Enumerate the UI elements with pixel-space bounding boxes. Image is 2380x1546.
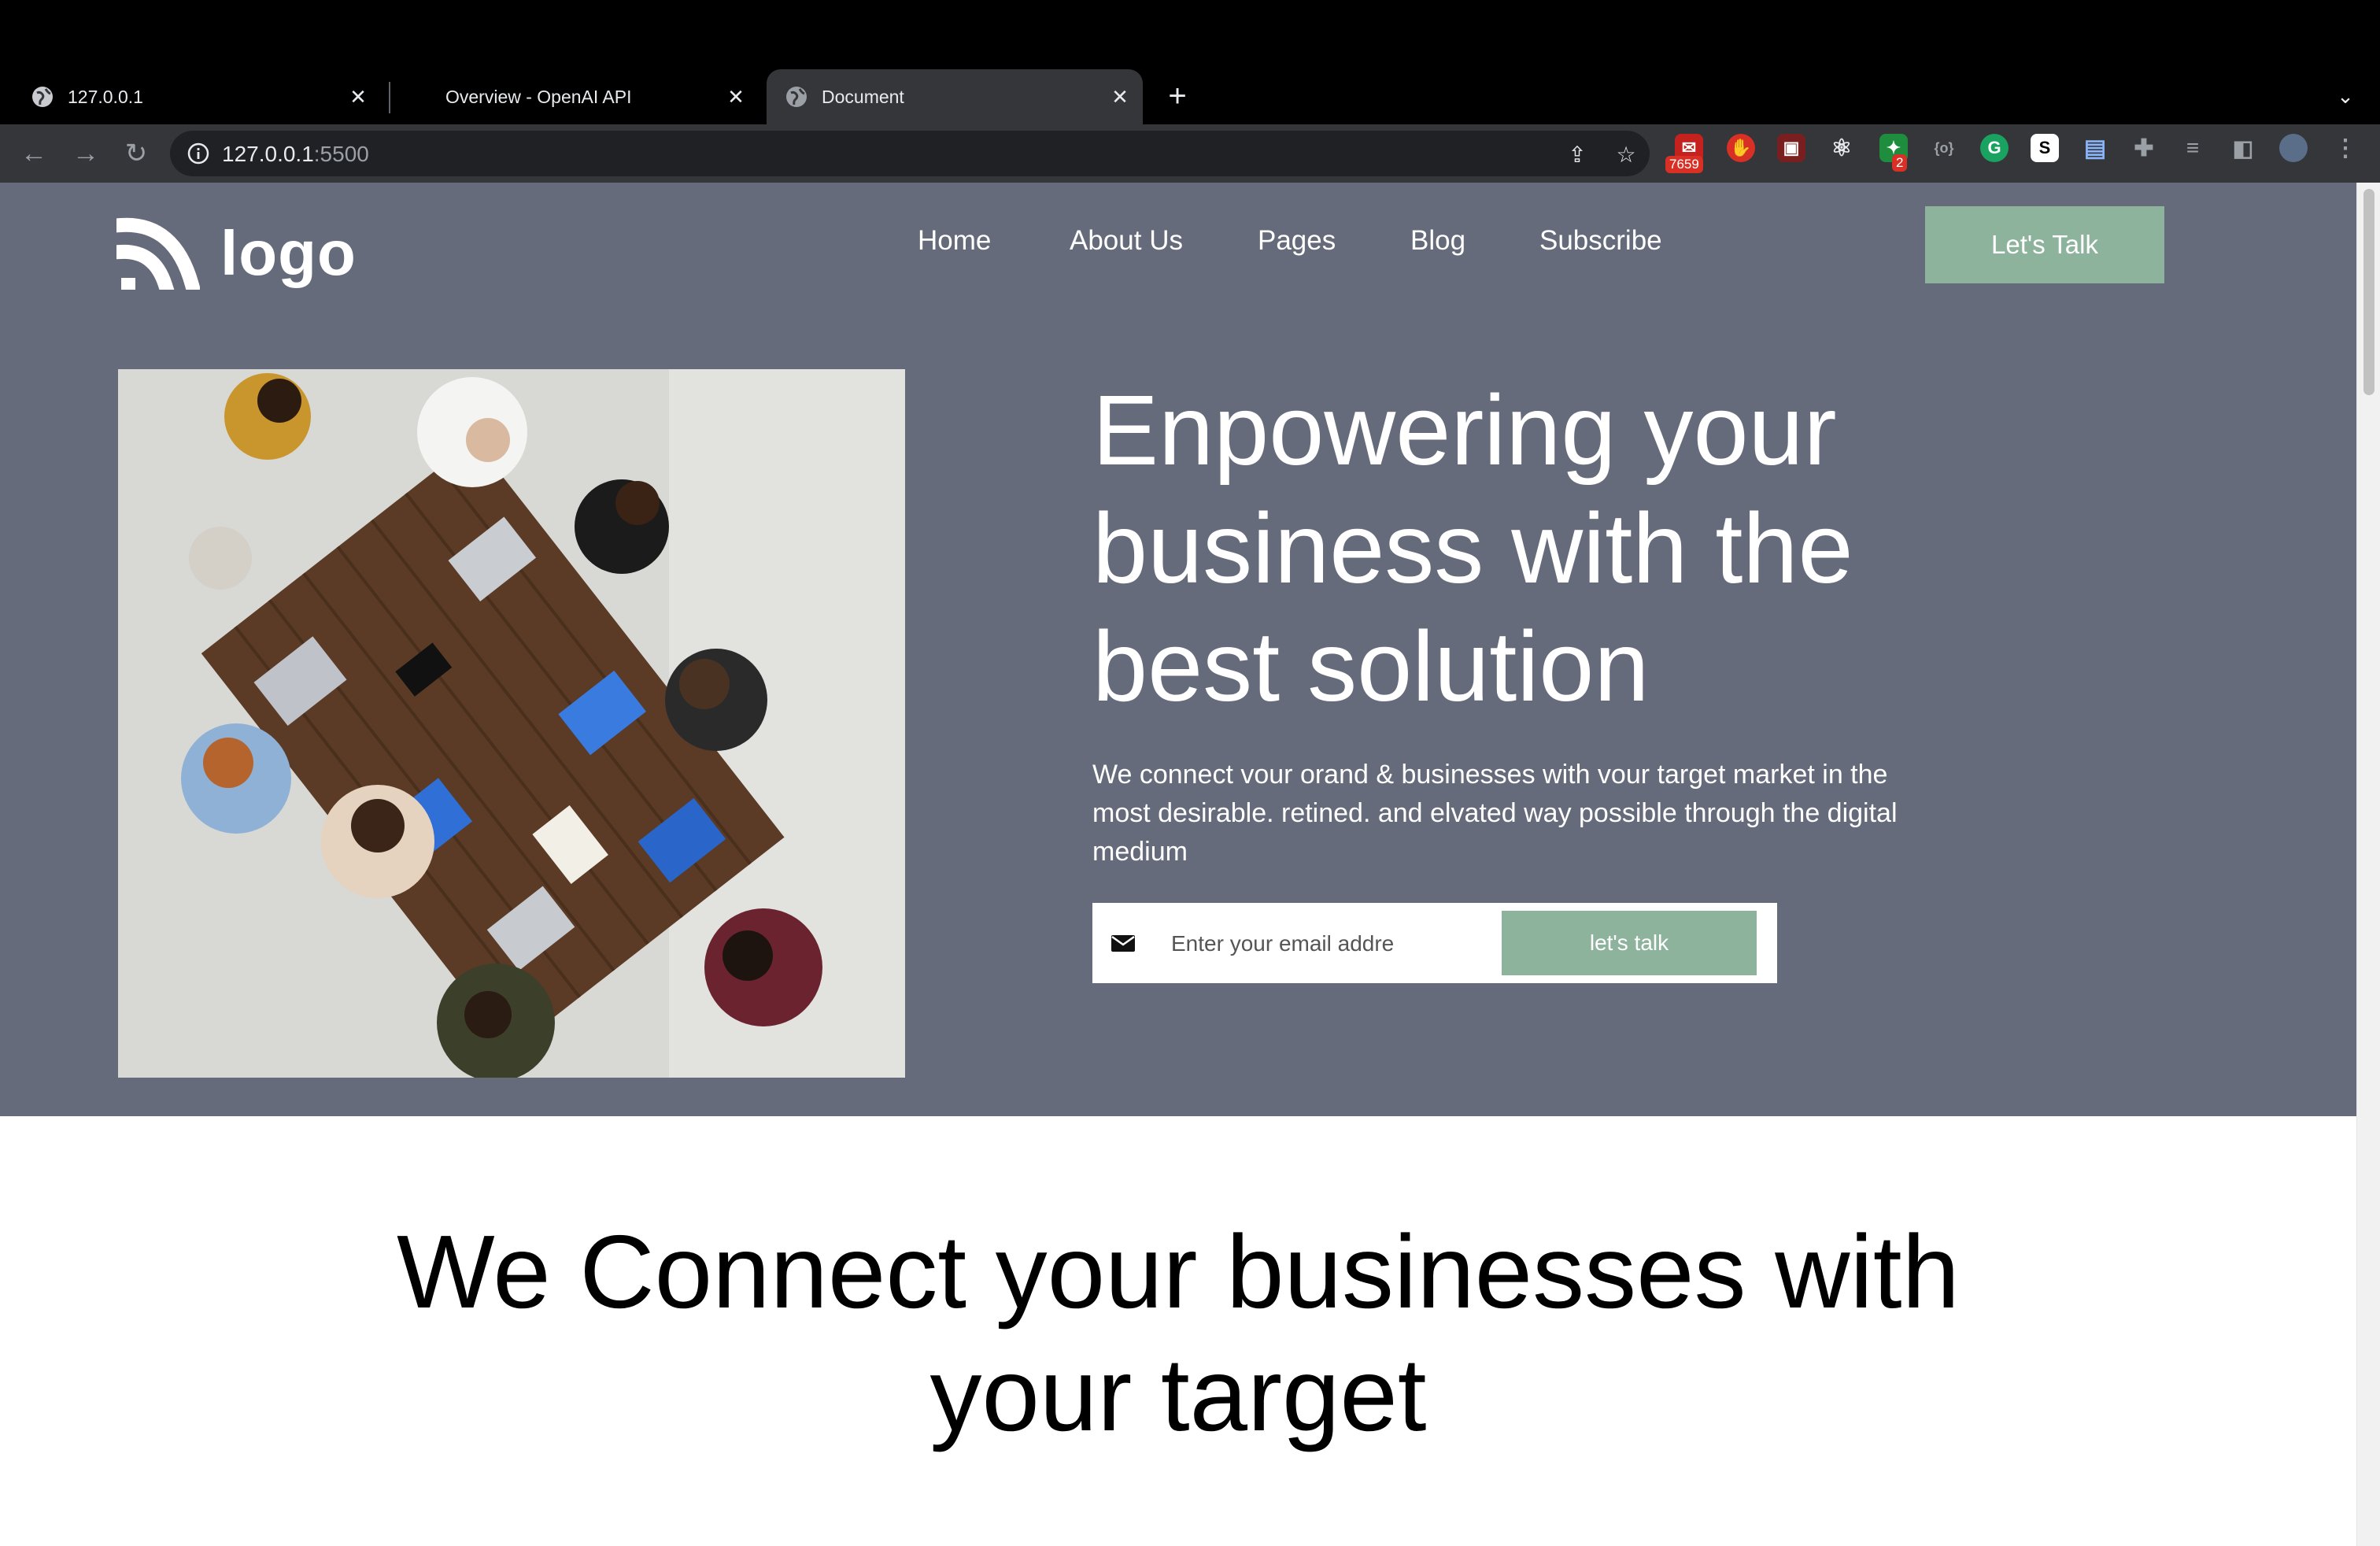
reading-list-icon[interactable]: ≡: [2179, 134, 2207, 162]
email-input[interactable]: [1170, 922, 1488, 966]
hero-subtext: We connect vour orand & businesses with …: [1092, 760, 1898, 867]
stop-hand-extension-icon[interactable]: ✋: [1727, 134, 1755, 162]
extension-badge: 2: [1892, 154, 1908, 172]
close-tab-icon[interactable]: ✕: [1108, 85, 1132, 109]
s-extension-icon[interactable]: S: [2031, 134, 2059, 162]
hero-headline: Enpowering your business with the best s…: [1092, 375, 1853, 722]
bookmark-star-icon[interactable]: ☆: [1612, 140, 1640, 168]
browser-tab-active[interactable]: Document ✕: [767, 69, 1143, 124]
side-panel-icon[interactable]: ◧: [2229, 134, 2257, 162]
envelope-icon: [1111, 935, 1135, 952]
tab-title: Document: [822, 86, 904, 107]
tab-search-chevron-icon[interactable]: ⌄: [2331, 82, 2360, 110]
nav-link-blog[interactable]: Blog: [1410, 225, 1465, 257]
browser-tab[interactable]: Overview - OpenAI API ✕: [397, 69, 759, 124]
back-arrow-icon[interactable]: ←: [16, 135, 52, 172]
section-title: We Connect your businesses with your tar…: [397, 1214, 1960, 1452]
react-devtools-icon[interactable]: ⚛: [1828, 134, 1856, 162]
lets-talk-submit-button[interactable]: let's talk: [1502, 911, 1757, 975]
url-port: :5500: [313, 142, 369, 166]
grammarly-icon[interactable]: G: [1980, 134, 2009, 162]
tab-title: Overview - OpenAI API: [445, 86, 632, 107]
globe-icon: [31, 86, 54, 108]
tab-divider: [389, 82, 390, 113]
scrollbar-thumb[interactable]: [2363, 189, 2374, 395]
nav-link-subscribe[interactable]: Subscribe: [1539, 225, 1662, 257]
url-host: 127.0.0.1: [222, 142, 314, 166]
json-extension-icon[interactable]: {o}: [1930, 134, 1958, 162]
nav-link-pages[interactable]: Pages: [1258, 225, 1336, 257]
site-info-icon[interactable]: [187, 142, 209, 165]
mail-count-badge: 7659: [1665, 156, 1703, 173]
profile-avatar[interactable]: [2279, 134, 2308, 162]
browser-tab-strip: 127.0.0.1 ✕ Overview - OpenAI API ✕ Docu…: [0, 0, 2380, 124]
hero-section: logo Home About Us Pages Blog Subscribe …: [0, 183, 2356, 1116]
page-viewport: logo Home About Us Pages Blog Subscribe …: [0, 183, 2356, 1546]
forward-arrow-icon[interactable]: →: [68, 135, 104, 172]
site-logo[interactable]: logo: [116, 214, 368, 293]
logo-text: logo: [220, 218, 357, 288]
new-tab-plus-icon[interactable]: +: [1160, 79, 1195, 113]
lets-talk-button[interactable]: Let's Talk: [1925, 206, 2164, 283]
address-url[interactable]: 127.0.0.1:5500: [222, 142, 369, 167]
reload-icon[interactable]: ↻: [118, 135, 154, 172]
image-extension-icon[interactable]: ▣: [1777, 134, 1805, 162]
browser-toolbar: ← → ↻ 127.0.0.1:5500 ⇪ ☆: [0, 124, 2380, 183]
openai-icon: [409, 86, 431, 108]
extensions-puzzle-icon[interactable]: ✚: [2130, 134, 2158, 162]
share-icon[interactable]: ⇪: [1563, 140, 1591, 168]
close-tab-icon[interactable]: ✕: [724, 85, 748, 109]
logo-waves-icon: [116, 217, 200, 290]
nav-link-about[interactable]: About Us: [1070, 225, 1183, 257]
docs-extension-icon[interactable]: ▤: [2081, 134, 2109, 162]
address-bar[interactable]: 127.0.0.1:5500 ⇪ ☆: [170, 131, 1650, 176]
connect-section: We Connect your businesses with your tar…: [0, 1116, 2356, 1546]
browser-tab[interactable]: 127.0.0.1 ✕: [19, 69, 381, 124]
nav-link-home[interactable]: Home: [918, 225, 991, 257]
close-tab-icon[interactable]: ✕: [346, 85, 370, 109]
email-signup-form: let's talk: [1092, 903, 1777, 983]
chrome-menu-icon[interactable]: ⋮: [2331, 134, 2360, 162]
tab-title: 127.0.0.1: [68, 86, 143, 107]
hero-image: [118, 369, 905, 1078]
globe-icon: [785, 86, 808, 108]
page-scrollbar[interactable]: [2356, 183, 2380, 1546]
